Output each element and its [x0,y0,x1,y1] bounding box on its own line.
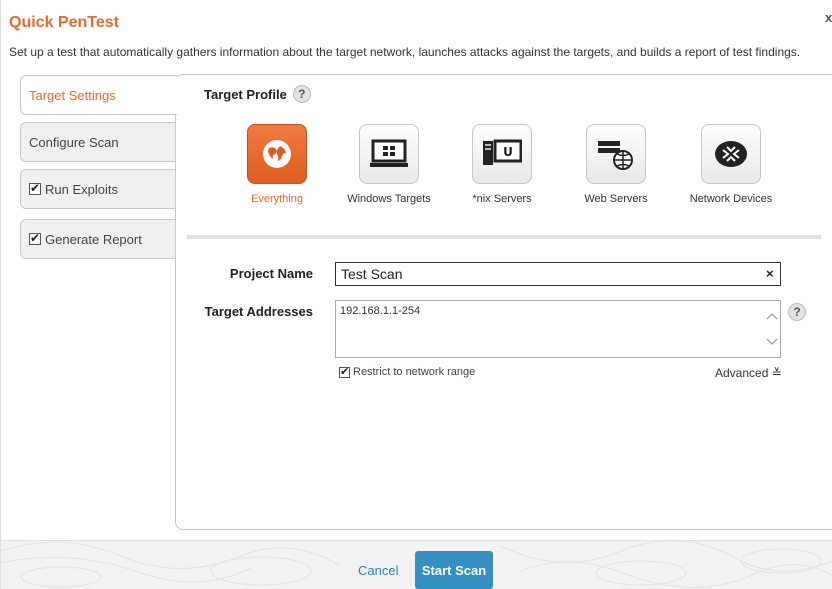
profile-windows-targets[interactable]: Windows Targets [347,124,431,207]
generate-report-checkbox[interactable] [29,231,41,245]
globe-icon [247,124,307,184]
svg-text:U: U [503,145,513,159]
windows-monitor-icon [359,124,419,184]
scroll-up-icon[interactable] [765,310,779,322]
tab-label: Configure Scan [29,134,119,150]
close-icon[interactable]: x [825,10,832,25]
tab-run-exploits[interactable]: Run Exploits [20,169,176,209]
restrict-label: Restrict to network range [353,366,476,378]
restrict-checkbox[interactable] [339,365,350,378]
help-icon[interactable]: ? [292,85,311,103]
tab-label: Target Settings [29,87,116,103]
dialog-subtitle: Set up a test that automatically gathers… [9,45,801,59]
tab-label: Generate Report [45,231,142,247]
profile-everything[interactable]: Everything [235,124,319,207]
dialog-title: Quick PenTest [9,14,119,31]
target-addresses-label: Target Addresses [204,304,313,319]
quick-pentest-dialog: Quick PenTest x Set up a test that autom… [0,0,832,589]
project-name-input[interactable] [335,262,781,286]
scroll-down-icon[interactable] [765,336,779,348]
profile-label: Windows Targets [347,193,431,205]
start-scan-button[interactable]: Start Scan [415,551,493,589]
tab-target-settings[interactable]: Target Settings [20,75,177,115]
section-divider [187,235,821,239]
profile-network-devices[interactable]: Network Devices [689,124,773,207]
router-icon [701,124,761,184]
target-profile-heading: Target Profile ? [204,85,311,103]
help-icon[interactable]: ? [788,303,806,321]
run-exploits-checkbox[interactable] [29,181,41,195]
target-addresses-input[interactable]: 192.168.1.1-254 [335,300,781,358]
advanced-toggle[interactable]: Advanced ≚ [715,366,782,380]
project-name-label: Project Name [229,266,313,281]
profile-nix-servers[interactable]: U *nix Servers [460,124,544,207]
cancel-button[interactable]: Cancel [358,563,398,578]
profile-label: Everything [251,193,303,205]
profile-label: Web Servers [584,193,648,205]
profile-label: *nix Servers [472,193,532,205]
clear-icon[interactable]: × [766,266,774,281]
tab-generate-report[interactable]: Generate Report [20,219,176,259]
profile-web-servers[interactable]: Web Servers [574,124,658,207]
unix-server-icon: U [472,124,532,184]
tab-configure-scan[interactable]: Configure Scan [20,122,176,162]
tab-label: Run Exploits [45,181,118,197]
restrict-network-range[interactable]: Restrict to network range [339,365,476,378]
profile-label: Network Devices [689,193,773,205]
web-server-icon [586,124,646,184]
target-profile-label: Target Profile [204,86,287,102]
